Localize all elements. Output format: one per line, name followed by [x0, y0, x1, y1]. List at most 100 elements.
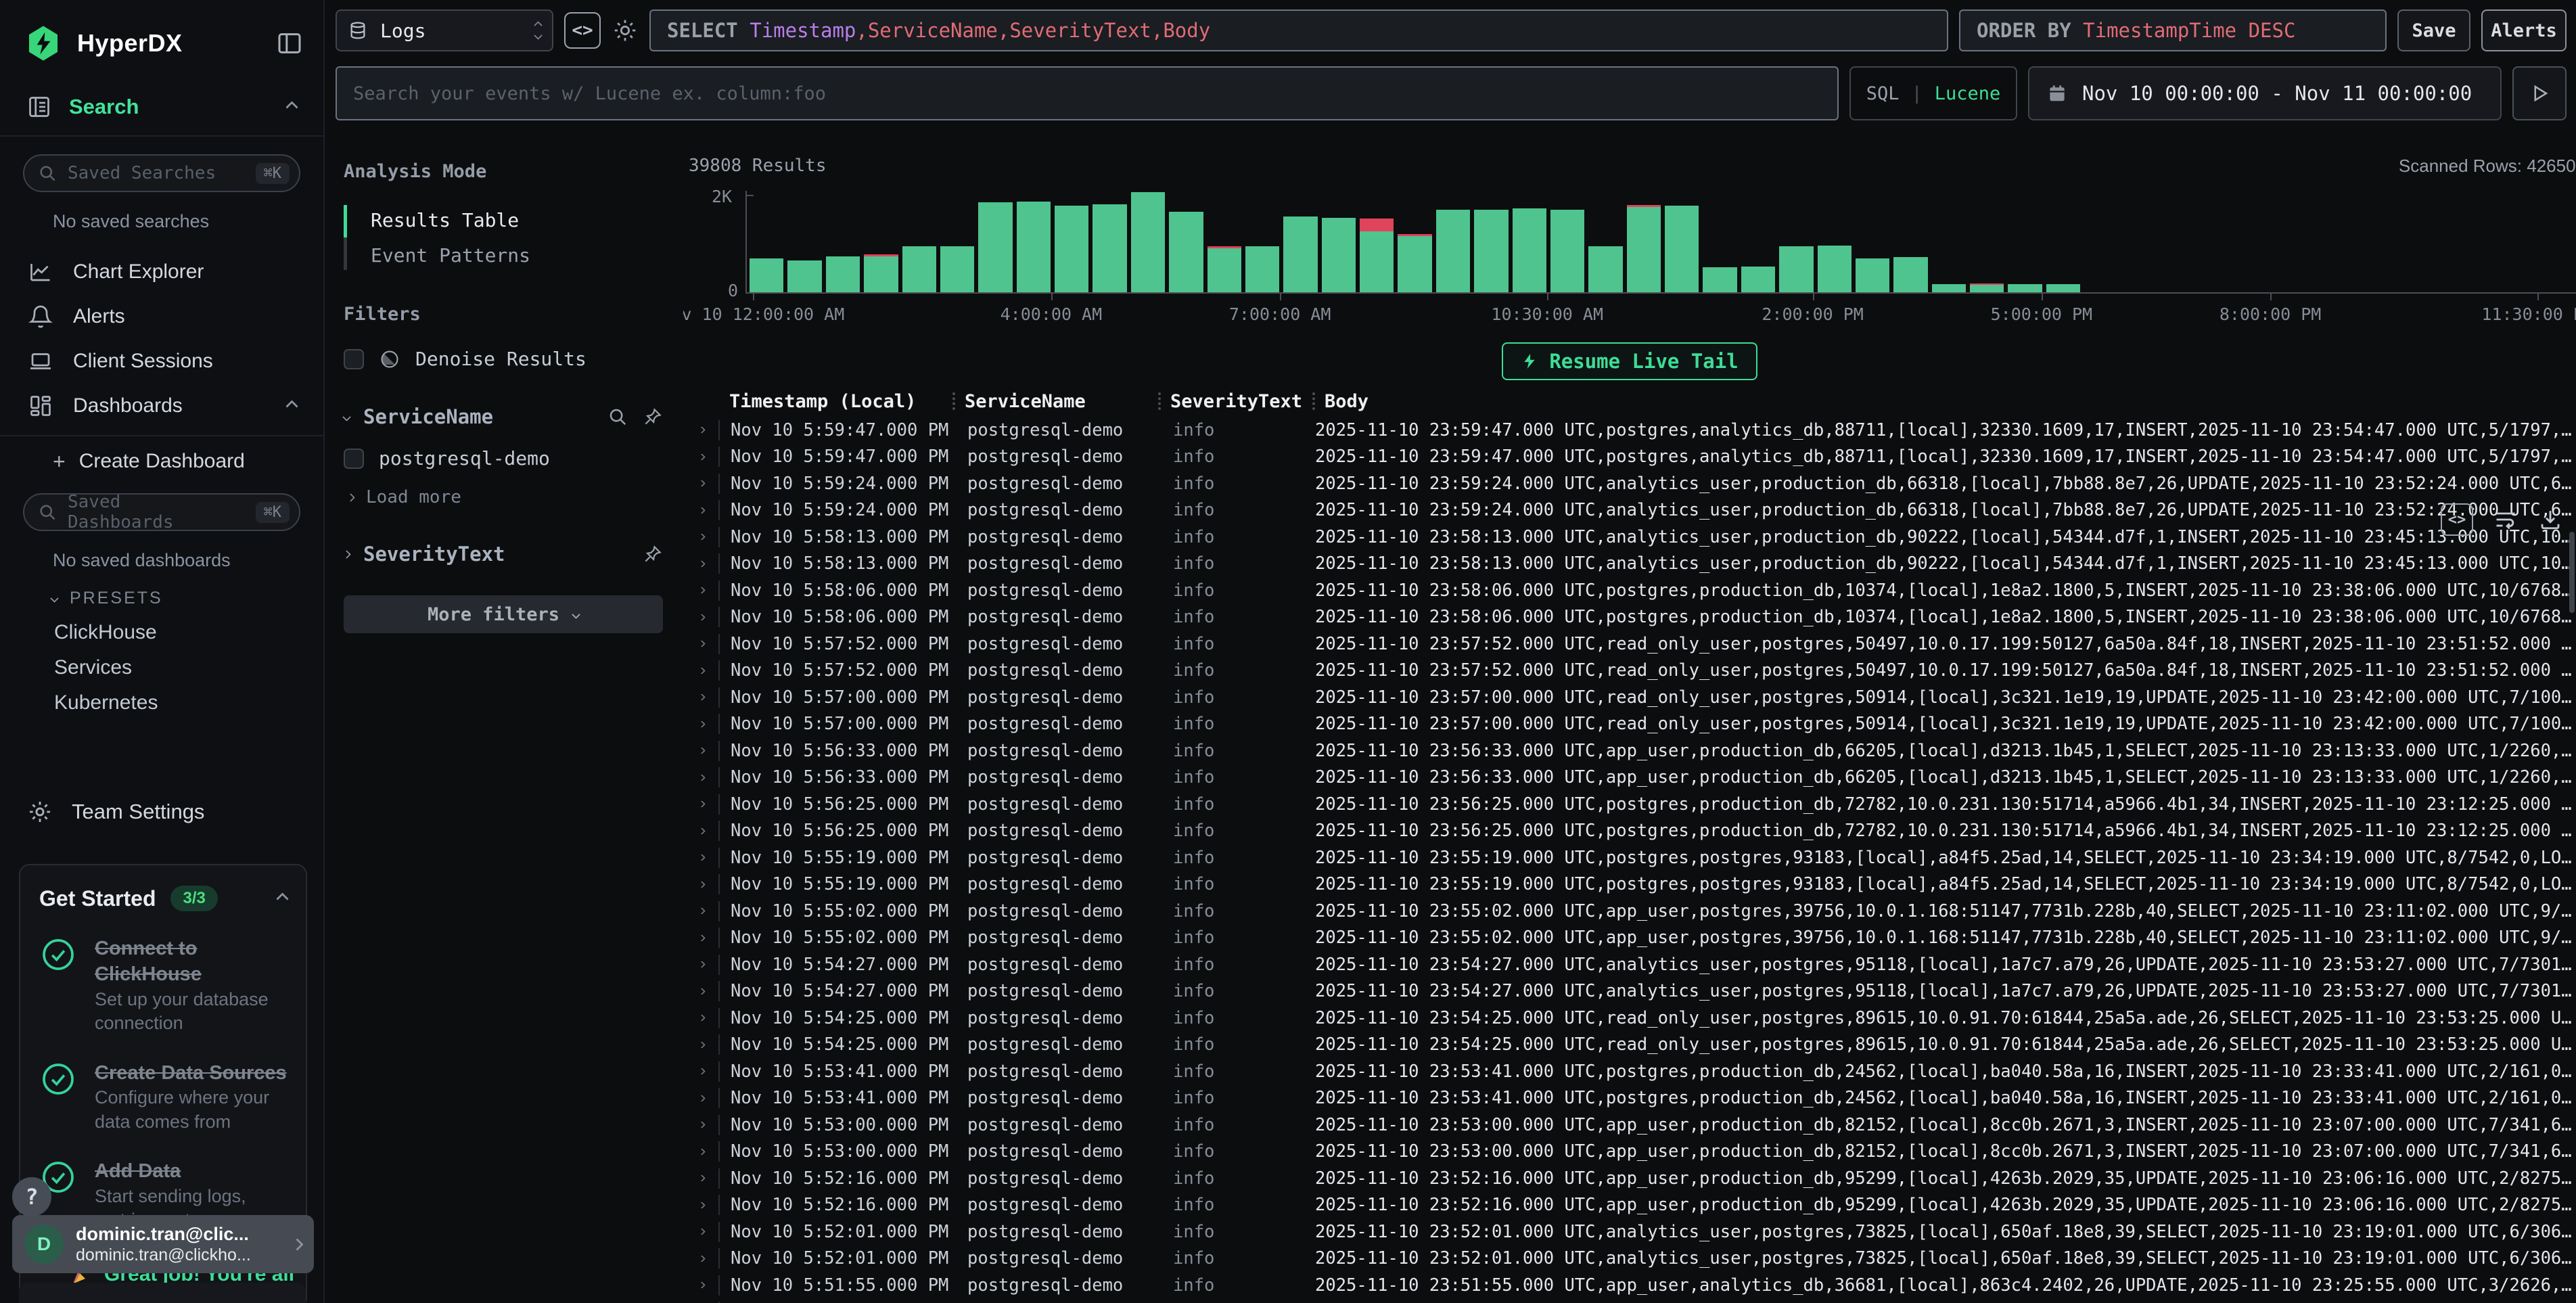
- column-header-body[interactable]: Body: [1325, 391, 1368, 412]
- expand-chevron-icon[interactable]: [697, 694, 706, 700]
- table-row[interactable]: Nov 10 5:57:00.000 PM postgresql-demo in…: [683, 684, 2576, 711]
- table-row[interactable]: Nov 10 5:52:01.000 PM postgresql-demo in…: [683, 1245, 2576, 1273]
- query-language-toggle[interactable]: SQL | Lucene: [1849, 66, 2017, 120]
- table-row[interactable]: Nov 10 5:55:19.000 PM postgresql-demo in…: [683, 844, 2576, 871]
- preset-item-services[interactable]: Services: [0, 650, 323, 685]
- expand-chevron-icon[interactable]: [697, 1256, 706, 1262]
- select-columns-input[interactable]: SELECT Timestamp ,ServiceName,SeverityTe…: [649, 9, 1948, 51]
- order-by-input[interactable]: ORDER BY TimestampTime DESC: [1959, 9, 2387, 51]
- column-resize-handle[interactable]: [1312, 392, 1315, 410]
- alerts-button[interactable]: Alerts: [2481, 9, 2567, 51]
- expand-chevron-icon[interactable]: [697, 748, 706, 754]
- expand-chevron-icon[interactable]: [697, 1015, 706, 1021]
- presets-toggle[interactable]: PRESETS: [51, 589, 323, 608]
- table-row[interactable]: Nov 10 5:59:47.000 PM postgresql-demo in…: [683, 417, 2576, 444]
- expand-chevron-icon[interactable]: [697, 507, 706, 513]
- expand-chevron-icon[interactable]: [697, 828, 706, 834]
- more-filters-button[interactable]: More filters: [344, 595, 663, 633]
- resume-live-tail-button[interactable]: Resume Live Tail: [1502, 342, 1757, 380]
- expand-chevron-icon[interactable]: [697, 587, 706, 593]
- expand-chevron-icon[interactable]: [697, 534, 706, 540]
- table-row[interactable]: Nov 10 5:57:52.000 PM postgresql-demo in…: [683, 658, 2576, 685]
- table-row[interactable]: Nov 10 5:51:55.000 PM postgresql-demo in…: [683, 1299, 2576, 1303]
- expand-chevron-icon[interactable]: [697, 454, 706, 460]
- wrap-lines-icon[interactable]: [2493, 507, 2518, 532]
- table-row[interactable]: Nov 10 5:58:06.000 PM postgresql-demo in…: [683, 577, 2576, 604]
- expand-chevron-icon[interactable]: [697, 668, 706, 674]
- sidebar-item-chart-explorer[interactable]: Chart Explorer: [0, 250, 323, 294]
- table-row[interactable]: Nov 10 5:53:41.000 PM postgresql-demo in…: [683, 1058, 2576, 1085]
- sidebar-item-search[interactable]: Search: [0, 62, 323, 135]
- expand-chevron-icon[interactable]: [697, 801, 706, 807]
- expand-chevron-icon[interactable]: [697, 988, 706, 995]
- chevron-up-icon[interactable]: [276, 892, 288, 905]
- table-row[interactable]: Nov 10 5:54:27.000 PM postgresql-demo in…: [683, 978, 2576, 1005]
- sidebar-item-client-sessions[interactable]: Client Sessions: [0, 339, 323, 384]
- sidebar-item-alerts[interactable]: Alerts: [0, 294, 323, 339]
- table-row[interactable]: Nov 10 5:53:41.000 PM postgresql-demo in…: [683, 1085, 2576, 1112]
- table-row[interactable]: Nov 10 5:53:00.000 PM postgresql-demo in…: [683, 1112, 2576, 1139]
- table-row[interactable]: Nov 10 5:55:19.000 PM postgresql-demo in…: [683, 871, 2576, 898]
- lucene-toggle[interactable]: Lucene: [1935, 83, 2001, 104]
- table-row[interactable]: Nov 10 5:51:55.000 PM postgresql-demo in…: [683, 1272, 2576, 1299]
- edit-sql-button[interactable]: <>: [564, 12, 601, 49]
- preset-item-kubernetes[interactable]: Kubernetes: [0, 685, 323, 721]
- table-row[interactable]: Nov 10 5:59:24.000 PM postgresql-demo in…: [683, 497, 2576, 524]
- expand-chevron-icon[interactable]: [697, 775, 706, 781]
- table-row[interactable]: Nov 10 5:59:24.000 PM postgresql-demo in…: [683, 470, 2576, 497]
- expand-chevron-icon[interactable]: [697, 1042, 706, 1048]
- table-row[interactable]: Nov 10 5:55:02.000 PM postgresql-demo in…: [683, 898, 2576, 925]
- expand-chevron-icon[interactable]: [697, 1068, 706, 1074]
- filter-value-postgresql-demo[interactable]: postgresql-demo: [344, 447, 663, 470]
- expand-chevron-icon[interactable]: [697, 1202, 706, 1208]
- expand-chevron-icon[interactable]: [697, 480, 706, 486]
- expand-chevron-icon[interactable]: [697, 882, 706, 888]
- get-started-step[interactable]: Connect to ClickHouse Set up your databa…: [39, 936, 287, 1036]
- source-select[interactable]: Logs: [336, 9, 553, 51]
- preset-item-clickhouse[interactable]: ClickHouse: [0, 615, 323, 650]
- date-range-picker[interactable]: Nov 10 00:00:00 - Nov 11 00:00:00: [2028, 66, 2502, 120]
- table-row[interactable]: Nov 10 5:52:16.000 PM postgresql-demo in…: [683, 1192, 2576, 1219]
- get-started-step[interactable]: Create Data Sources Configure where your…: [39, 1060, 287, 1135]
- expand-chevron-icon[interactable]: [697, 1175, 706, 1181]
- collapse-sidebar-icon[interactable]: [276, 30, 303, 57]
- column-header-timestamp[interactable]: Timestamp (Local): [718, 386, 952, 417]
- event-search-input[interactable]: Search your events w/ Lucene ex. column:…: [336, 66, 1839, 120]
- pin-icon[interactable]: [643, 544, 663, 564]
- table-row[interactable]: Nov 10 5:52:16.000 PM postgresql-demo in…: [683, 1165, 2576, 1192]
- download-icon[interactable]: [2538, 507, 2562, 532]
- expand-chevron-icon[interactable]: [697, 614, 706, 620]
- expand-chevron-icon[interactable]: [697, 1095, 706, 1101]
- table-row[interactable]: Nov 10 5:58:06.000 PM postgresql-demo in…: [683, 604, 2576, 631]
- expand-chevron-icon[interactable]: [697, 561, 706, 567]
- table-row[interactable]: Nov 10 5:56:33.000 PM postgresql-demo in…: [683, 764, 2576, 792]
- saved-dashboards-input[interactable]: Saved Dashboards ⌘K: [23, 493, 300, 531]
- table-row[interactable]: Nov 10 5:52:01.000 PM postgresql-demo in…: [683, 1218, 2576, 1245]
- create-dashboard-button[interactable]: + Create Dashboard: [0, 440, 323, 482]
- checkbox[interactable]: [344, 449, 364, 469]
- table-row[interactable]: Nov 10 5:56:25.000 PM postgresql-demo in…: [683, 791, 2576, 818]
- column-resize-handle[interactable]: [1158, 392, 1161, 410]
- table-code-button[interactable]: <>: [2441, 503, 2473, 536]
- saved-searches-input[interactable]: Saved Searches ⌘K: [23, 154, 300, 192]
- search-icon[interactable]: [607, 407, 628, 427]
- table-row[interactable]: Nov 10 5:54:27.000 PM postgresql-demo in…: [683, 951, 2576, 978]
- table-row[interactable]: Nov 10 5:53:00.000 PM postgresql-demo in…: [683, 1139, 2576, 1166]
- table-row[interactable]: Nov 10 5:59:47.000 PM postgresql-demo in…: [683, 444, 2576, 471]
- filter-group-severitytext[interactable]: SeverityText: [344, 543, 663, 566]
- column-header-servicename[interactable]: ServiceName: [965, 391, 1086, 412]
- table-row[interactable]: Nov 10 5:58:13.000 PM postgresql-demo in…: [683, 524, 2576, 551]
- denoise-results-option[interactable]: Denoise Results: [344, 348, 663, 370]
- help-button[interactable]: ?: [12, 1177, 51, 1216]
- expand-chevron-icon[interactable]: [697, 908, 706, 914]
- load-more-button[interactable]: Load more: [348, 487, 663, 507]
- source-settings-button[interactable]: [612, 17, 639, 44]
- table-row[interactable]: Nov 10 5:56:33.000 PM postgresql-demo in…: [683, 737, 2576, 764]
- expand-chevron-icon[interactable]: [697, 427, 706, 433]
- mode-event-patterns[interactable]: Event Patterns: [344, 237, 663, 273]
- expand-chevron-icon[interactable]: [697, 961, 706, 967]
- expand-chevron-icon[interactable]: [697, 1229, 706, 1235]
- save-button[interactable]: Save: [2397, 9, 2470, 51]
- sidebar-item-dashboards[interactable]: Dashboards: [0, 384, 323, 428]
- table-row[interactable]: Nov 10 5:57:52.000 PM postgresql-demo in…: [683, 631, 2576, 658]
